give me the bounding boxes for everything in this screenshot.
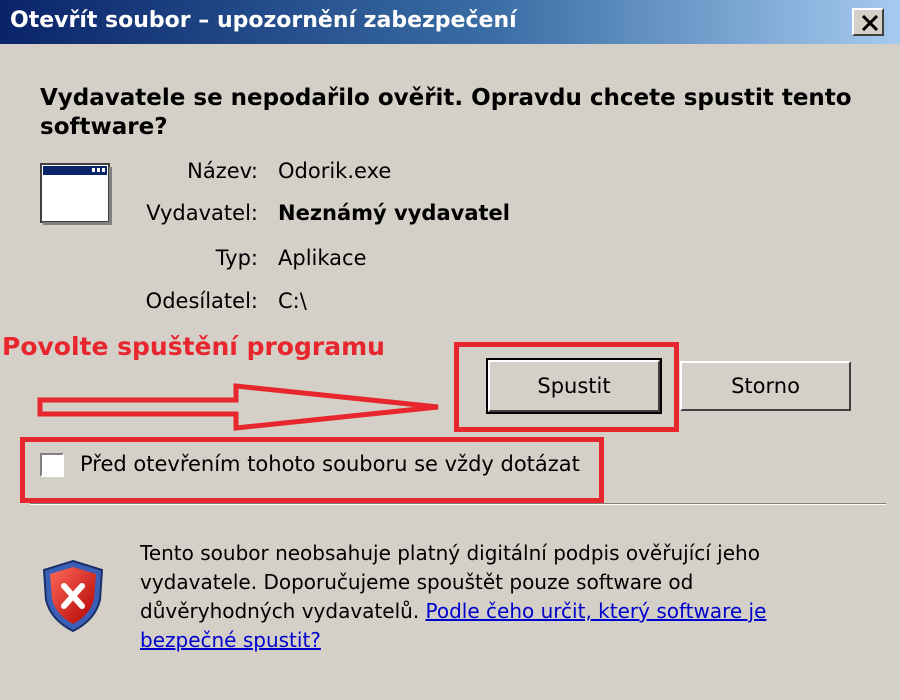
info-row-name: Název: Odorik.exe (0, 156, 900, 190)
separator (30, 503, 886, 505)
security-shield-icon (42, 559, 104, 633)
close-button[interactable] (852, 8, 884, 36)
name-label: Název: (187, 159, 258, 183)
info-row-sender: Odesílatel: C:\ (0, 286, 900, 320)
window-title: Otevřít soubor – upozornění zabezpečení (10, 8, 517, 33)
always-ask-label[interactable]: Před otevřením tohoto souboru se vždy do… (80, 448, 580, 480)
publisher-label: Vydavatel: (146, 201, 258, 225)
publisher-value: Neznámý vydavatel (278, 201, 510, 225)
title-bar[interactable]: Otevřít soubor – upozornění zabezpečení (0, 0, 900, 44)
warning-message: Tento soubor neobsahuje platný digitální… (140, 539, 820, 655)
info-row-publisher: Vydavatel: Neznámý vydavatel (0, 198, 900, 232)
dialog-heading: Vydavatele se nepodařilo ověřit. Opravdu… (40, 85, 852, 140)
run-button[interactable]: Spustit (486, 358, 662, 414)
info-row-type: Typ: Aplikace (0, 243, 900, 277)
annotation-text: Povolte spuštění programu (2, 332, 385, 361)
cancel-button[interactable]: Storno (680, 361, 851, 411)
type-value: Aplikace (278, 246, 367, 270)
sender-label: Odesílatel: (145, 289, 258, 313)
always-ask-checkbox[interactable] (40, 453, 64, 477)
name-value: Odorik.exe (278, 159, 392, 183)
close-icon (861, 15, 879, 31)
sender-value: C:\ (278, 289, 307, 313)
type-label: Typ: (215, 246, 258, 270)
annotation-arrow-icon (37, 383, 439, 431)
